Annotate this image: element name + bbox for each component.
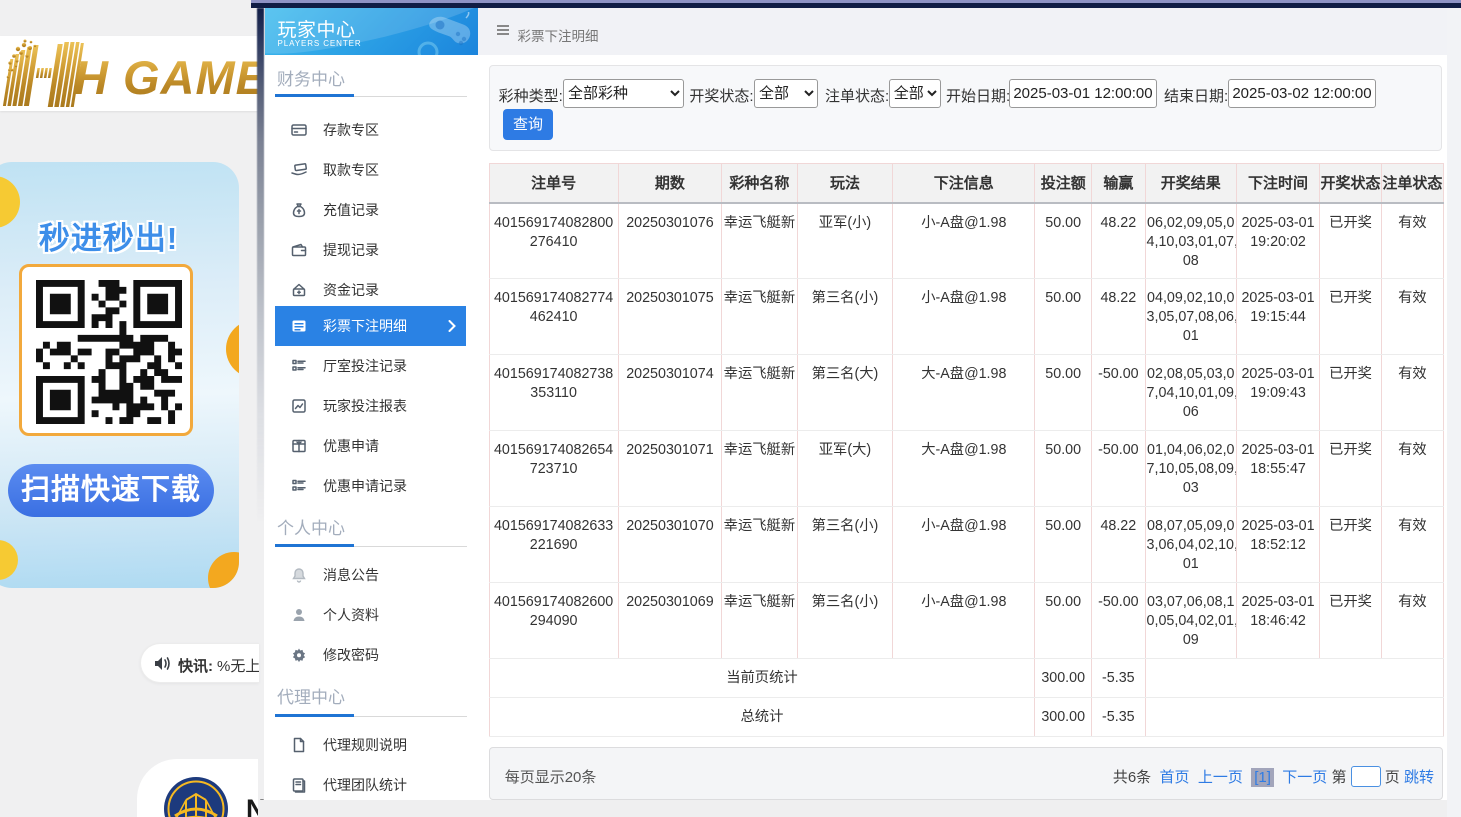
svg-text:H GAME: H GAME [74, 51, 259, 104]
